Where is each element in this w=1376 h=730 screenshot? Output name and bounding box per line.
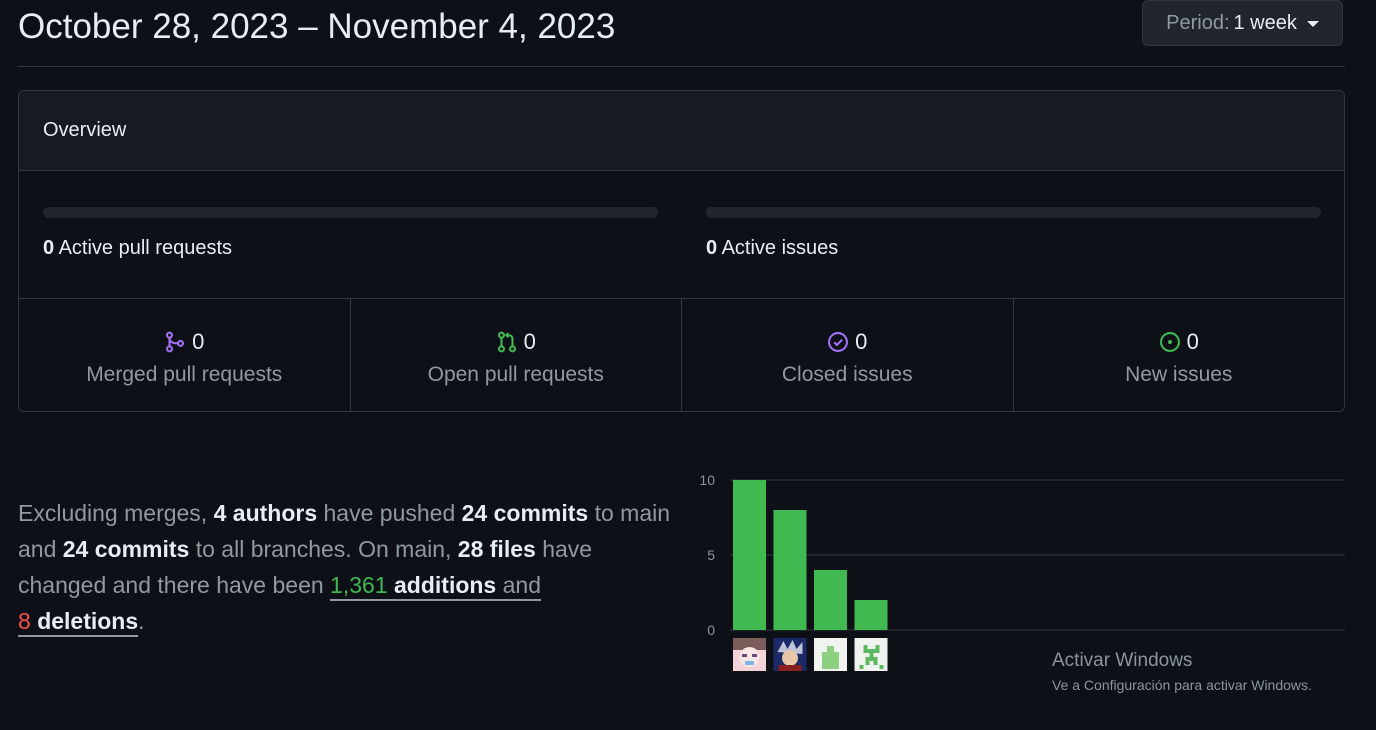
overview-panel: Overview 0 Active pull requests 0 Active… xyxy=(18,90,1345,412)
active-issues-label: Active issues xyxy=(721,237,839,259)
stat-closed-issues[interactable]: 0 Closed issues xyxy=(682,299,1014,411)
merged-pull-requests-label: Merged pull requests xyxy=(86,363,283,386)
new-issues-count: 0 xyxy=(1186,329,1199,354)
green-pixel-creeper-avatar[interactable] xyxy=(854,638,888,671)
caret-down-icon xyxy=(1306,21,1319,27)
deletions-link[interactable]: 8 deletions xyxy=(18,608,139,637)
active-pull-requests-bar xyxy=(43,207,658,218)
deletions-count: 8 xyxy=(18,608,31,634)
issue-closed-icon xyxy=(828,332,849,352)
commits-main-count: 24 commits xyxy=(461,500,589,526)
deletions-word: deletions xyxy=(37,608,139,634)
chart-bar-author-1 xyxy=(733,480,766,630)
watermark-title: Activar Windows xyxy=(1052,650,1193,671)
authors-count: 4 authors xyxy=(213,500,318,526)
active-issues-bar xyxy=(706,207,1321,218)
commits-by-author-chart: 0 5 10 xyxy=(699,472,1345,671)
git-pull-request-icon xyxy=(497,331,516,353)
additions-count: 1,361 xyxy=(330,572,388,598)
active-issues-count: 0 xyxy=(706,237,718,259)
active-pull-requests-link[interactable]: 0 Active pull requests xyxy=(43,237,232,260)
merged-pull-requests-count: 0 xyxy=(192,329,205,354)
additions-word: additions xyxy=(394,572,497,598)
chart-bar-author-2 xyxy=(773,510,807,630)
date-range-title: October 28, 2023 – November 4, 2023 xyxy=(18,7,616,46)
active-issues-link[interactable]: 0 Active issues xyxy=(706,237,838,260)
overview-stats: 0 Merged pull requests 0 Open pull reque… xyxy=(19,299,1345,411)
files-changed-count: 28 files xyxy=(457,536,536,562)
summary-text-2: have pushed xyxy=(323,500,456,526)
pink-anime-avatar[interactable] xyxy=(733,638,766,671)
active-pull-requests-count: 0 xyxy=(43,237,55,259)
green-bottle-avatar[interactable] xyxy=(814,638,847,671)
stat-open-pull-requests[interactable]: 0 Open pull requests xyxy=(351,299,682,411)
chart-bar-author-4 xyxy=(854,600,888,630)
period-dropdown-button[interactable]: Period: 1 week xyxy=(1142,0,1343,46)
watermark-subtitle: Ve a Configuración para activar Windows. xyxy=(1052,677,1312,693)
overview-header: Overview xyxy=(19,91,1344,171)
summary-text-1: Excluding merges, xyxy=(18,500,208,526)
stat-merged-pull-requests[interactable]: 0 Merged pull requests xyxy=(19,299,351,411)
overview-title: Overview xyxy=(43,119,127,141)
windows-activation-watermark: Activar Windows Ve a Configuración para … xyxy=(1052,650,1312,693)
open-pull-requests-count: 0 xyxy=(523,329,536,354)
commit-summary: Excluding merges, 4 authors have pushed … xyxy=(18,495,678,639)
y-tick-label: 10 xyxy=(699,472,715,488)
pulse-header: October 28, 2023 – November 4, 2023 Peri… xyxy=(18,0,1345,67)
closed-issues-label: Closed issues xyxy=(781,363,913,386)
stat-new-issues[interactable]: 0 New issues xyxy=(1014,299,1345,411)
period-label: Period: xyxy=(1166,11,1230,34)
additions-link[interactable]: 1,361 additions and xyxy=(330,572,541,601)
summary-end: . xyxy=(138,608,145,634)
closed-issues-count: 0 xyxy=(855,329,868,354)
git-merge-icon xyxy=(166,331,185,353)
anime-character-avatar[interactable] xyxy=(773,638,807,671)
y-tick-label: 0 xyxy=(707,622,715,638)
issue-opened-icon xyxy=(1159,332,1180,352)
period-value: 1 week xyxy=(1233,11,1297,34)
open-pull-requests-label: Open pull requests xyxy=(427,363,604,386)
y-tick-label: 5 xyxy=(707,547,715,563)
summary-text-4: to all branches. On main, xyxy=(195,536,452,562)
summary-text-6: and xyxy=(502,572,541,598)
chart-bar-author-3 xyxy=(814,570,847,630)
new-issues-label: New issues xyxy=(1125,363,1233,386)
overview-activity: 0 Active pull requests 0 Active issues xyxy=(19,171,1344,299)
active-pull-requests-label: Active pull requests xyxy=(58,237,232,259)
commits-all-count: 24 commits xyxy=(62,536,190,562)
